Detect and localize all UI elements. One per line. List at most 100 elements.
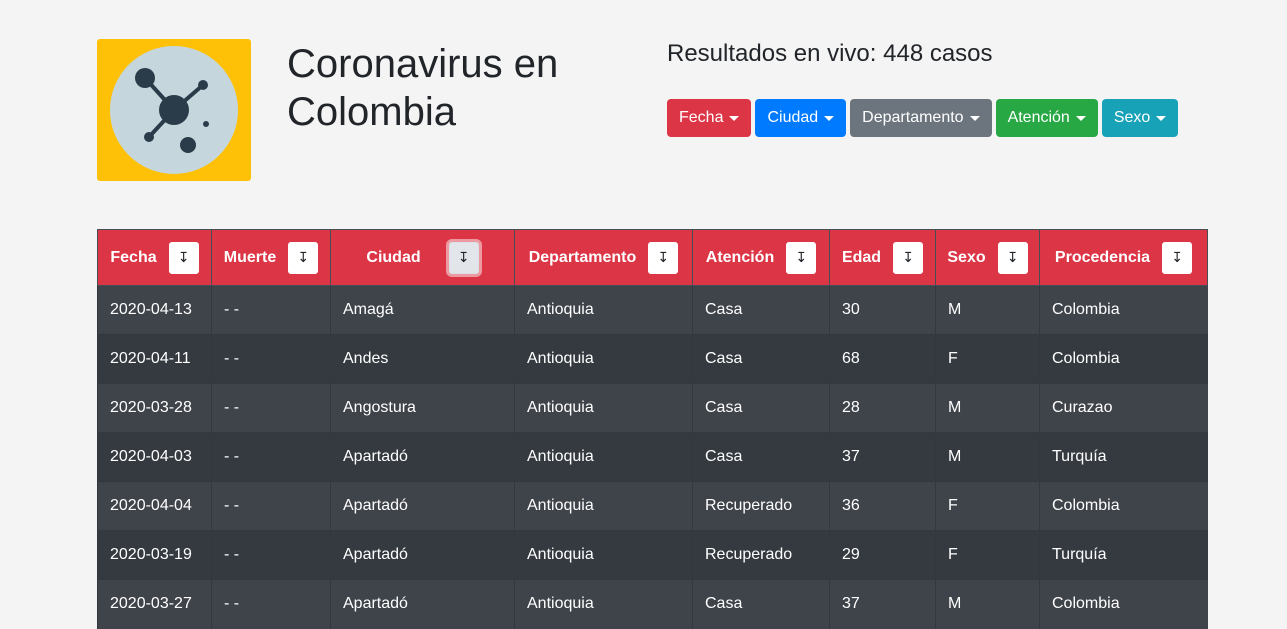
cell-edad: 28 (829, 383, 936, 433)
cell-procedencia: Colombia (1039, 579, 1208, 629)
cell-edad: 36 (829, 481, 936, 531)
cell-muerte: - - (211, 579, 331, 629)
column-header-edad: Edad ↧ (829, 229, 936, 286)
cell-departamento: Antioquia (514, 334, 693, 384)
column-label: Procedencia (1054, 248, 1151, 266)
cell-sexo: M (935, 579, 1040, 629)
column-header-sexo: Sexo ↧ (935, 229, 1040, 286)
cell-procedencia: Colombia (1039, 481, 1208, 531)
column-label: Edad (841, 248, 882, 266)
cell-procedencia: Curazao (1039, 383, 1208, 433)
cell-fecha: 2020-04-13 (97, 285, 212, 335)
cell-muerte: - - (211, 285, 331, 335)
cell-ciudad: Apartadó (330, 481, 515, 531)
table-body: 2020-04-13- - Amagá Antioquia Casa 30 M Colomb… (97, 285, 1208, 629)
cell-edad: 37 (829, 432, 936, 482)
cell-atencion: Casa (692, 334, 830, 384)
sort-procedencia-button[interactable]: ↧ (1162, 241, 1193, 274)
caret-down-icon (1075, 115, 1086, 121)
cell-sexo: F (935, 334, 1040, 384)
cell-atencion: Casa (692, 285, 830, 335)
filter-sexo-dropdown[interactable]: Sexo (1101, 99, 1179, 137)
column-header-ciudad: Ciudad ↧ (330, 229, 515, 286)
filter-label: Departamento (862, 109, 964, 126)
cell-atencion: Casa (692, 383, 830, 433)
live-results-count: Resultados en vivo: 448 casos (667, 40, 993, 67)
cell-departamento: Antioquia (514, 383, 693, 433)
logo (97, 39, 251, 181)
cell-fecha: 2020-03-28 (97, 383, 212, 433)
table-row: 2020-03-28- - Angostura Antioquia Casa 28 M Cu… (97, 383, 1208, 433)
cell-fecha: 2020-04-11 (97, 334, 212, 384)
filter-departamento-dropdown[interactable]: Departamento (850, 99, 992, 137)
filter-atencion-dropdown[interactable]: Atención (995, 99, 1098, 137)
table-row: 2020-04-04- - Apartadó Antioquia Recuperado… (97, 481, 1208, 531)
cell-ciudad: Apartadó (330, 579, 515, 629)
column-label: Ciudad (366, 248, 421, 266)
sort-departamento-button[interactable]: ↧ (648, 241, 679, 274)
cell-departamento: Antioquia (514, 432, 693, 482)
cell-ciudad: Amagá (330, 285, 515, 335)
caret-down-icon (729, 115, 740, 121)
cell-procedencia: Turquía (1039, 432, 1208, 482)
cases-table-container: Fecha ↧ Muerte ↧ Ciudad ↧ Departamento ↧ Ate… (97, 229, 1208, 629)
cell-fecha: 2020-03-27 (97, 579, 212, 629)
cell-sexo: F (935, 530, 1040, 580)
cell-departamento: Antioquia (514, 579, 693, 629)
table-row: 2020-04-03- - Apartadó Antioquia Casa 37 M Tur… (97, 432, 1208, 482)
cell-atencion: Casa (692, 432, 830, 482)
column-header-muerte: Muerte ↧ (211, 229, 331, 286)
cell-procedencia: Colombia (1039, 334, 1208, 384)
cases-table: Fecha ↧ Muerte ↧ Ciudad ↧ Departamento ↧ Ate… (97, 229, 1208, 629)
sort-ciudad-button[interactable]: ↧ (448, 241, 479, 274)
cell-departamento: Antioquia (514, 530, 693, 580)
table-header: Fecha ↧ Muerte ↧ Ciudad ↧ Departamento ↧ Ate… (97, 229, 1208, 286)
cell-edad: 37 (829, 579, 936, 629)
cell-ciudad: Apartadó (330, 432, 515, 482)
virus-network-icon (110, 46, 238, 174)
cell-sexo: M (935, 285, 1040, 335)
table-row: 2020-03-27- - Apartadó Antioquia Casa 37 M Col… (97, 579, 1208, 629)
column-label: Departamento (528, 248, 637, 266)
cell-departamento: Antioquia (514, 481, 693, 531)
page-title: Coronavirus en Colombia (287, 42, 559, 134)
caret-down-icon (824, 115, 835, 121)
table-row: 2020-03-19- - Apartadó Antioquia Recuperado… (97, 530, 1208, 580)
column-label: Atención (705, 248, 775, 266)
cell-procedencia: Colombia (1039, 285, 1208, 335)
sort-atencion-button[interactable]: ↧ (786, 241, 817, 274)
filter-fecha-dropdown[interactable]: Fecha (667, 99, 752, 137)
cell-muerte: - - (211, 481, 331, 531)
sort-fecha-button[interactable]: ↧ (168, 241, 199, 274)
cell-atencion: Recuperado (692, 530, 830, 580)
cell-edad: 29 (829, 530, 936, 580)
sort-edad-button[interactable]: ↧ (893, 241, 924, 274)
cell-fecha: 2020-04-04 (97, 481, 212, 531)
sort-sexo-button[interactable]: ↧ (997, 241, 1028, 274)
cell-ciudad: Angostura (330, 383, 515, 433)
cell-fecha: 2020-03-19 (97, 530, 212, 580)
cell-ciudad: Apartadó (330, 530, 515, 580)
filter-ciudad-dropdown[interactable]: Ciudad (755, 99, 847, 137)
column-header-atencion: Atención ↧ (692, 229, 830, 286)
table-row: 2020-04-13- - Amagá Antioquia Casa 30 M Colomb… (97, 285, 1208, 335)
cell-fecha: 2020-04-03 (97, 432, 212, 482)
caret-down-icon (969, 115, 980, 121)
filter-label: Ciudad (767, 109, 819, 126)
column-header-departamento: Departamento ↧ (514, 229, 693, 286)
cell-muerte: - - (211, 334, 331, 384)
caret-down-icon (1156, 115, 1167, 121)
sort-muerte-button[interactable]: ↧ (288, 241, 319, 274)
filter-label: Atención (1007, 109, 1070, 126)
cell-ciudad: Andes (330, 334, 515, 384)
cell-departamento: Antioquia (514, 285, 693, 335)
filter-label: Fecha (679, 109, 724, 126)
cell-atencion: Casa (692, 579, 830, 629)
table-row: 2020-04-11- - Andes Antioquia Casa 68 F Colomb… (97, 334, 1208, 384)
filter-label: Sexo (1113, 109, 1151, 126)
cell-sexo: F (935, 481, 1040, 531)
cell-muerte: - - (211, 383, 331, 433)
cell-edad: 30 (829, 285, 936, 335)
cell-sexo: M (935, 383, 1040, 433)
cell-procedencia: Turquía (1039, 530, 1208, 580)
